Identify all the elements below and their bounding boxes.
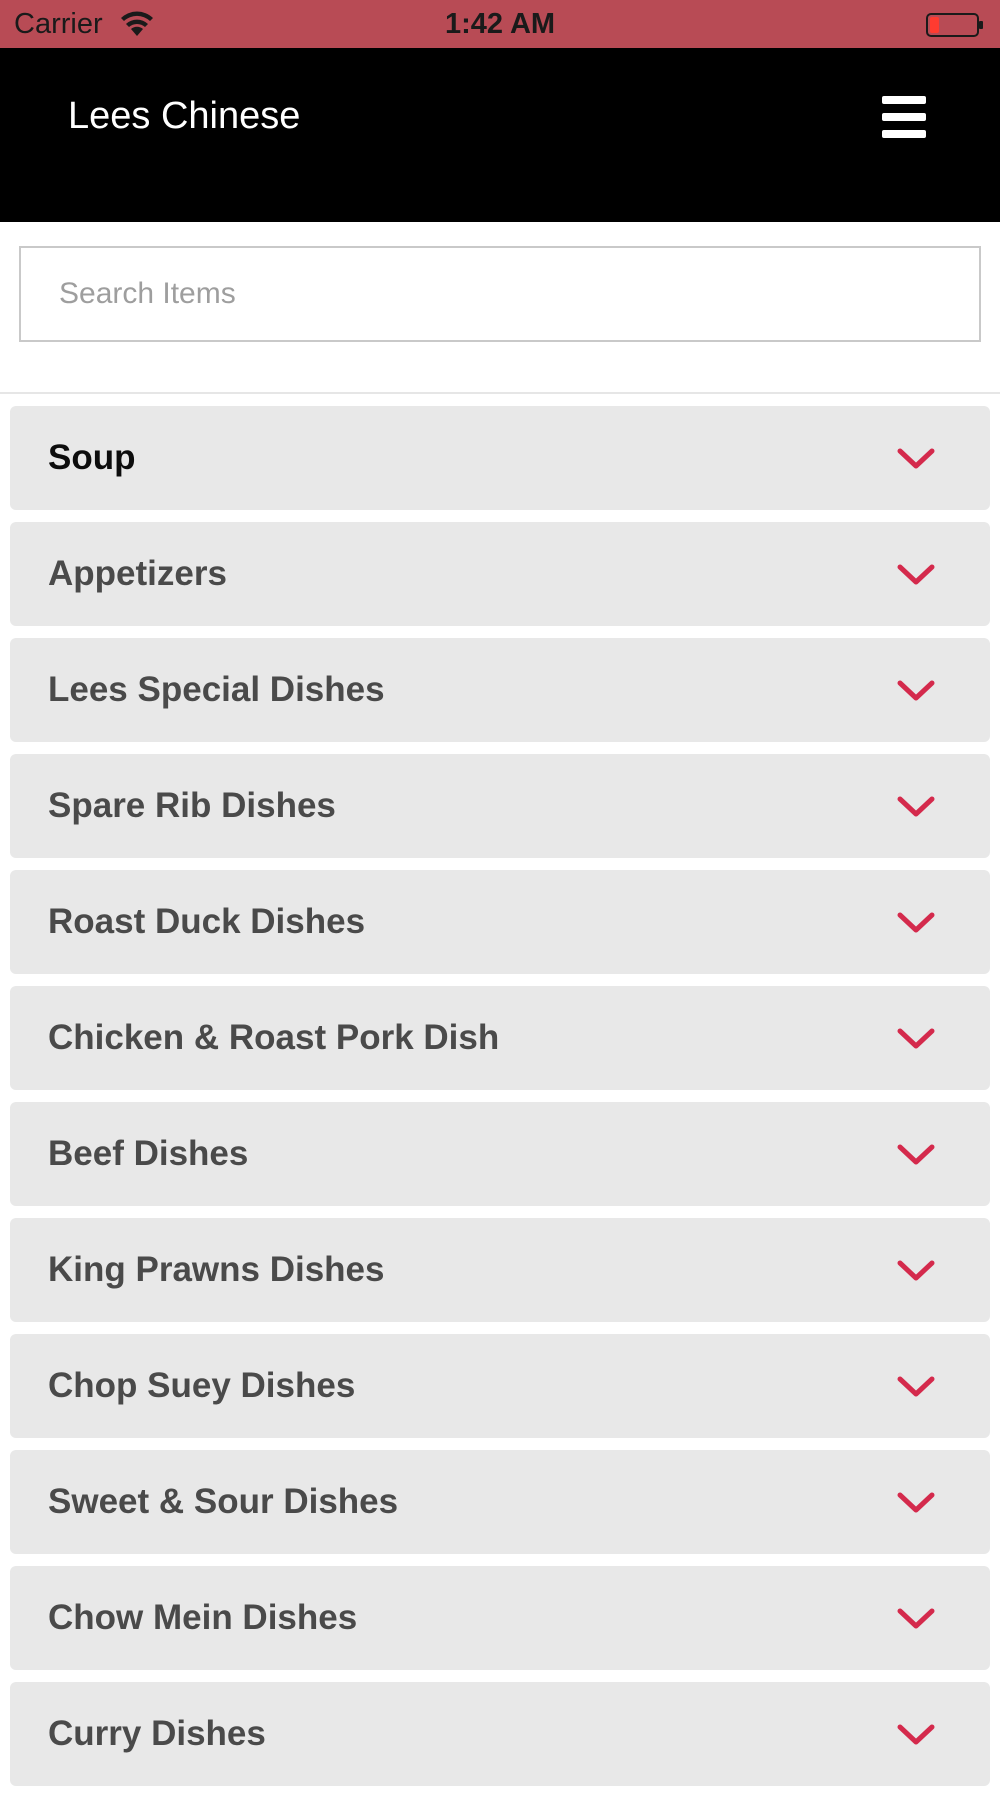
chevron-down-icon[interactable] — [896, 678, 936, 704]
hamburger-menu-button[interactable] — [872, 92, 934, 142]
app-title: Lees Chinese — [68, 95, 301, 137]
chevron-down-icon[interactable] — [896, 1026, 936, 1052]
category-item[interactable]: Chop Suey Dishes — [10, 1334, 990, 1438]
category-label: Chicken & Roast Pork Dish — [48, 1018, 500, 1057]
chevron-down-icon[interactable] — [896, 1606, 936, 1632]
category-item[interactable]: Spare Rib Dishes — [10, 754, 990, 858]
category-label: Chow Mein Dishes — [48, 1598, 358, 1637]
status-bar: Carrier 1:42 AM — [0, 0, 1000, 48]
category-label: Appetizers — [48, 554, 227, 593]
category-label: Curry Dishes — [48, 1714, 266, 1753]
chevron-down-icon[interactable] — [896, 1374, 936, 1400]
category-item[interactable]: King Prawns Dishes — [10, 1218, 990, 1322]
chevron-down-icon[interactable] — [896, 1722, 936, 1748]
category-label: Chop Suey Dishes — [48, 1366, 356, 1405]
category-item[interactable]: Chicken & Roast Pork Dish — [10, 986, 990, 1090]
category-label: Roast Duck Dishes — [48, 902, 366, 941]
chevron-down-icon[interactable] — [896, 1142, 936, 1168]
category-label: Sweet & Sour Dishes — [48, 1482, 399, 1521]
category-label: Lees Special Dishes — [48, 670, 385, 709]
battery-low-icon — [926, 13, 983, 37]
category-item[interactable]: Roast Duck Dishes — [10, 870, 990, 974]
chevron-down-icon[interactable] — [896, 794, 936, 820]
category-item[interactable]: Appetizers — [10, 522, 990, 626]
clock-label: 1:42 AM — [444, 8, 556, 40]
chevron-down-icon[interactable] — [896, 1490, 936, 1516]
search-section — [0, 222, 1000, 394]
chevron-down-icon[interactable] — [896, 910, 936, 936]
category-label: Beef Dishes — [48, 1134, 249, 1173]
category-label: Soup — [48, 438, 136, 477]
category-label: Spare Rib Dishes — [48, 786, 336, 825]
category-item[interactable]: Chow Mein Dishes — [10, 1566, 990, 1670]
category-label: King Prawns Dishes — [48, 1250, 385, 1289]
category-item[interactable]: Curry Dishes — [10, 1682, 990, 1786]
category-item[interactable]: Beef Dishes — [10, 1102, 990, 1206]
category-list: Soup Appetizers Lees Special Dishes Spare R… — [10, 406, 990, 1798]
category-item[interactable]: Soup — [10, 406, 990, 510]
category-item[interactable]: Lees Special Dishes — [10, 638, 990, 742]
app-header: Lees Chinese — [0, 48, 1000, 222]
chevron-down-icon[interactable] — [896, 562, 936, 588]
search-input[interactable] — [19, 246, 981, 342]
chevron-down-icon[interactable] — [896, 446, 936, 472]
chevron-down-icon[interactable] — [896, 1258, 936, 1284]
category-item[interactable]: Sweet & Sour Dishes — [10, 1450, 990, 1554]
